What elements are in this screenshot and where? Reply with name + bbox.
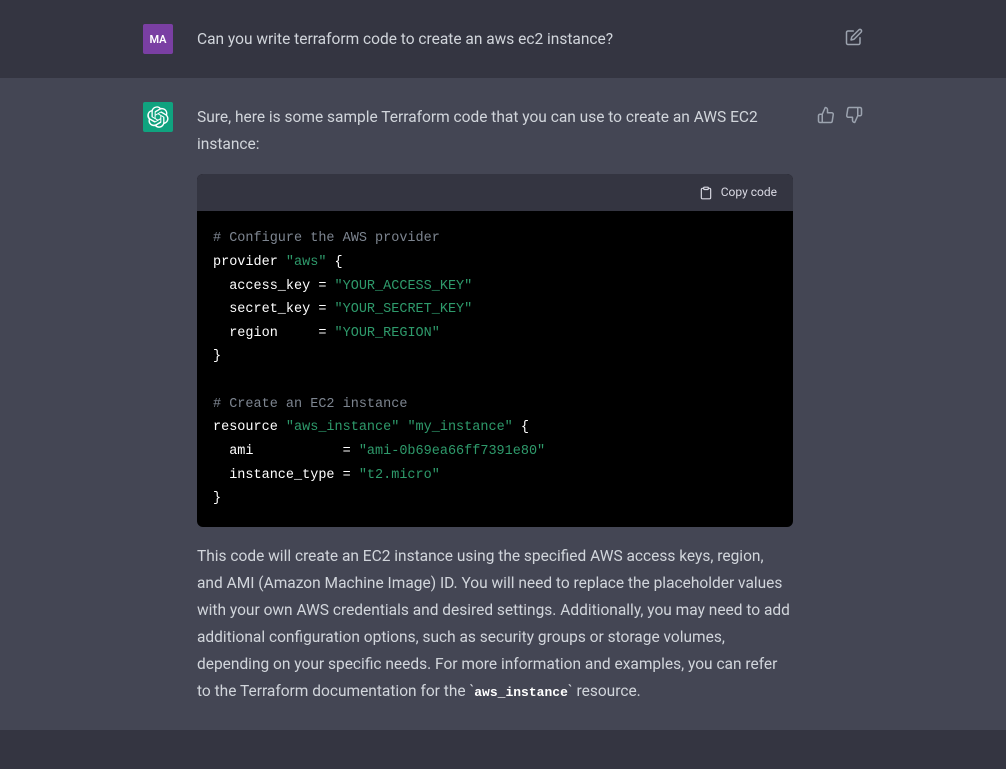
assistant-message-content: Sure, here is some sample Terraform code… <box>197 102 793 706</box>
thumbs-down-icon[interactable] <box>845 106 863 124</box>
code-body: # Configure the AWS provider provider "a… <box>197 211 793 527</box>
user-message-row: MA Can you write terraform code to creat… <box>0 0 1006 78</box>
thumbs-up-icon[interactable] <box>817 106 835 124</box>
copy-code-button[interactable]: Copy code <box>699 182 777 203</box>
clipboard-icon <box>699 186 713 200</box>
assistant-message-row: Sure, here is some sample Terraform code… <box>0 78 1006 730</box>
inline-code: aws_instance <box>474 685 568 700</box>
copy-code-label: Copy code <box>721 182 777 203</box>
assistant-outro-text: This code will create an EC2 instance us… <box>197 543 793 706</box>
user-message-text: Can you write terraform code to create a… <box>197 24 821 54</box>
user-avatar: MA <box>143 24 173 54</box>
code-block: Copy code # Configure the AWS provider p… <box>197 174 793 527</box>
assistant-intro-text: Sure, here is some sample Terraform code… <box>197 104 793 158</box>
code-block-header: Copy code <box>197 174 793 211</box>
edit-icon[interactable] <box>845 28 863 46</box>
assistant-avatar <box>143 102 173 132</box>
